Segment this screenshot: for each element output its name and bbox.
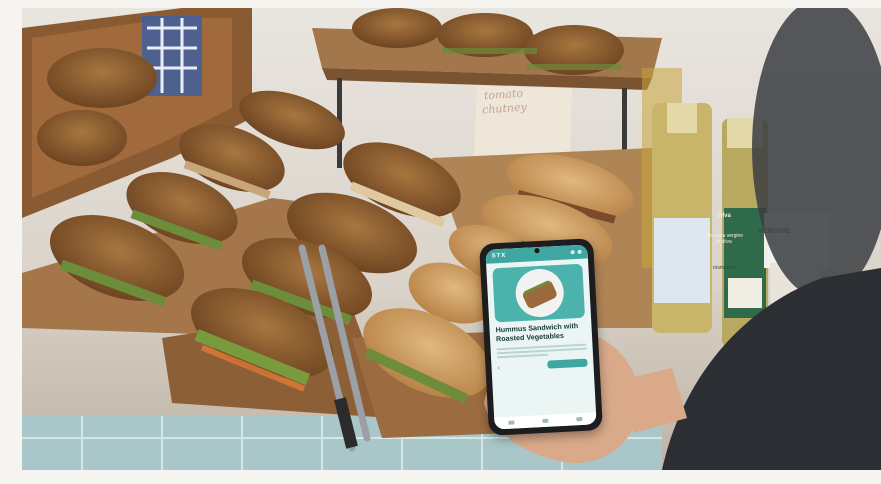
tab-profile[interactable] bbox=[576, 416, 583, 422]
box-label: VERGINE bbox=[758, 228, 790, 235]
sandwich-image bbox=[521, 279, 559, 310]
description-line bbox=[496, 353, 548, 359]
search-icon[interactable] bbox=[570, 250, 575, 255]
bottle-variant: rosmarino bbox=[712, 265, 736, 271]
cart-icon[interactable] bbox=[577, 249, 582, 254]
bottle-label: oliva olio extra vergine di oliva rosmar… bbox=[703, 213, 745, 271]
product-title: Hummus Sandwich with Roasted Vegetables bbox=[495, 321, 579, 343]
bakery-counter-scene bbox=[22, 8, 881, 470]
plate bbox=[514, 267, 565, 319]
product-image bbox=[492, 263, 586, 323]
add-to-cart-button[interactable] bbox=[547, 358, 588, 369]
bottle-oil-type: olio extra vergine di oliva bbox=[704, 233, 744, 245]
phone-screen: STX Hummus Sandwich with Roasted Vegetab… bbox=[485, 244, 597, 430]
product-price: € bbox=[497, 364, 500, 370]
app-name: STX bbox=[491, 252, 507, 260]
bottom-nav bbox=[494, 412, 597, 430]
photo: tomato chutney oliva olio extra vergine … bbox=[22, 8, 881, 470]
tab-home[interactable] bbox=[508, 420, 515, 425]
smartphone: STX Hummus Sandwich with Roasted Vegetab… bbox=[479, 238, 603, 436]
bottle-brand: oliva bbox=[717, 213, 731, 219]
tab-orders[interactable] bbox=[542, 418, 549, 424]
action-row: € bbox=[497, 358, 588, 372]
